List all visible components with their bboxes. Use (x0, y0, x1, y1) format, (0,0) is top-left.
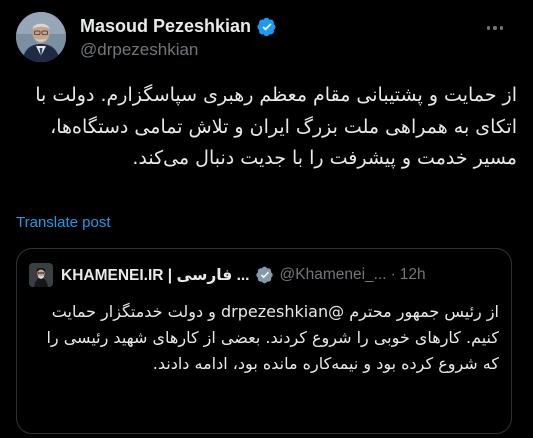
author-name-row: Masoud Pezeshkian (80, 16, 277, 37)
quoted-display-name[interactable]: KHAMENEI.IR | فارسی ... (61, 266, 250, 285)
verified-badge-icon[interactable] (255, 266, 274, 284)
quoted-tweet[interactable]: KHAMENEI.IR | فارسی ... @Khamenei_... · … (16, 248, 512, 434)
quoted-author-avatar[interactable] (29, 263, 53, 287)
author-handle[interactable]: @drpezeshkian (80, 40, 198, 60)
tweet: Masoud Pezeshkian @drpezeshkian از حمایت… (0, 0, 533, 438)
verified-badge-icon[interactable] (257, 17, 277, 37)
author-avatar-image (16, 12, 66, 62)
quoted-timestamp[interactable]: 12h (400, 266, 426, 284)
tweet-text: از حمایت و پشتیبانی مقام معظم رهبری سپاس… (35, 84, 517, 169)
quoted-tweet-text: از رئیس جمهور محترم @drpezeshkian و دولت… (46, 302, 499, 373)
quoted-separator: · (390, 266, 396, 283)
translate-post-link[interactable]: Translate post (16, 214, 111, 231)
author-display-name[interactable]: Masoud Pezeshkian (80, 16, 251, 37)
quoted-tweet-header: KHAMENEI.IR | فارسی ... @Khamenei_... · … (29, 263, 499, 287)
quoted-handle[interactable]: @Khamenei_... (280, 266, 387, 284)
author-avatar[interactable] (16, 12, 66, 62)
quoted-avatar-image (29, 263, 53, 287)
more-dot (499, 26, 504, 30)
more-dot (493, 26, 497, 30)
more-dot (486, 26, 491, 30)
more-horizontal-icon[interactable] (483, 18, 507, 38)
